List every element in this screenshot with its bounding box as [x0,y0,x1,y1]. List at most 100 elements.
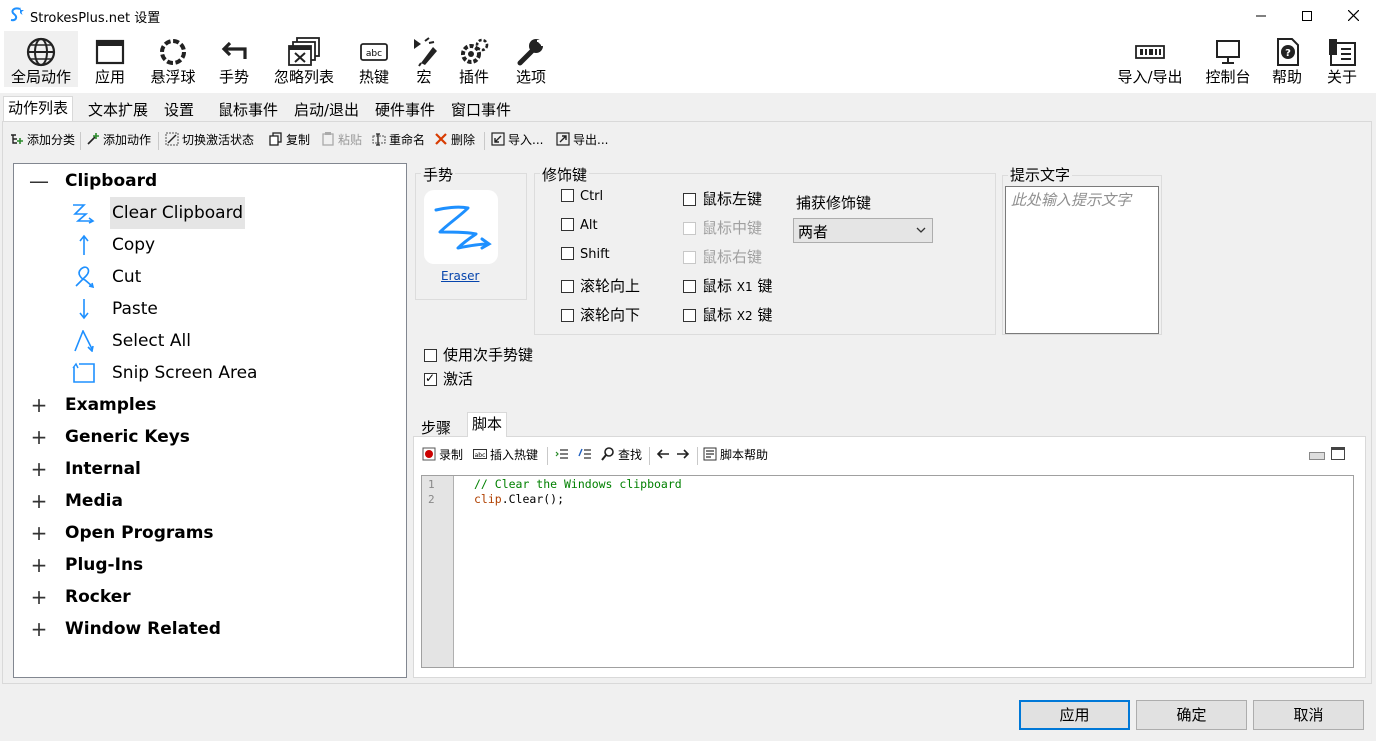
indent-button[interactable] [555,446,572,464]
eraser-gesture-icon [73,204,95,224]
search-icon [601,447,614,461]
record-button[interactable]: 录制 [422,446,463,464]
toolbar-plugins[interactable]: 插件 [454,31,494,87]
tree-node-generic-keys[interactable]: + Generic Keys [14,421,406,453]
expand-icon[interactable]: + [28,517,50,549]
toggle-active-button[interactable]: 切换激活状态 [165,131,254,149]
script-help-button[interactable]: 脚本帮助 [703,446,768,464]
tree-node-clipboard[interactable]: — Clipboard [14,165,406,197]
tree-node-media[interactable]: + Media [14,485,406,517]
tree-node-plug-ins[interactable]: + Plug-Ins [14,549,406,581]
toolbar-ignore-list[interactable]: 忽略列表 [268,31,340,87]
delete-button[interactable]: 删除 [434,131,475,149]
mouse-x1-checkbox[interactable]: 鼠标 X1 键 [683,275,772,296]
script-editor[interactable]: 1 2 // Clear the Windows clipboard clip.… [421,475,1354,668]
restore-panel-icon[interactable] [1309,452,1325,460]
tab-script[interactable]: 脚本 [467,412,508,437]
tab-startup-exit[interactable]: 启动/退出 [289,98,364,122]
toolbar-gestures[interactable]: 手势 [212,31,256,87]
add-category-button[interactable]: 添加分类 [10,131,75,149]
expand-icon[interactable]: + [28,389,50,421]
add-action-button[interactable]: 添加动作 [86,131,151,149]
close-button[interactable] [1330,0,1376,31]
maximize-panel-icon[interactable] [1331,447,1345,460]
cancel-button[interactable]: 取消 [1253,700,1364,730]
toolbar-about[interactable]: 关于 [1320,31,1364,87]
capture-modifiers-label: 捕获修饰键 [796,194,872,212]
wheel-up-checkbox[interactable]: 滚轮向上 [561,275,640,296]
copy-button[interactable]: 复制 [269,131,310,149]
toolbar-separator [484,132,485,150]
ctrl-checkbox[interactable]: Ctrl [561,189,603,204]
insert-hotkey-button[interactable]: abc 插入热键 [473,446,538,464]
comment-button[interactable] [578,446,595,464]
expand-icon[interactable]: + [28,549,50,581]
tree-node-open-programs[interactable]: + Open Programs [14,517,406,549]
toggle-icon [165,132,179,146]
secondary-gesture-key-checkbox[interactable]: 使用次手势键 [424,344,533,365]
tree-item-snip-screen-area[interactable]: Snip Screen Area [14,357,406,389]
active-checkbox[interactable]: 激活 [424,368,473,389]
toolbar-options[interactable]: 选项 [510,31,552,87]
export-button[interactable]: 导出... [556,131,608,149]
find-button[interactable]: 查找 [601,446,642,464]
toolbar-console[interactable]: 控制台 [1200,31,1256,87]
mouse-left-checkbox[interactable]: 鼠标左键 [683,188,762,209]
mouse-x2-checkbox[interactable]: 鼠标 X2 键 [683,304,772,325]
gesture-preview[interactable] [424,190,498,264]
tree-node-internal[interactable]: + Internal [14,453,406,485]
tree-item-paste[interactable]: Paste [14,293,406,325]
wheel-down-checkbox[interactable]: 滚轮向下 [561,304,640,325]
toolbar-separator [80,132,81,150]
tree-node-window-related[interactable]: + Window Related [14,613,406,645]
tab-mouse-events[interactable]: 鼠标事件 [213,98,283,122]
hotkey-icon: abc [473,449,487,459]
tree-item-select-all[interactable]: Select All [14,325,406,357]
gesture-name-link[interactable]: Eraser [441,269,479,283]
tree-item-copy[interactable]: Copy [14,229,406,261]
tree-item-clear-clipboard[interactable]: Clear Clipboard [14,197,406,229]
ignore-list-icon [288,37,320,66]
toolbar-import-export[interactable]: 导入/导出 [1112,31,1188,87]
mouse-right-checkbox[interactable]: 鼠标右键 [683,246,762,267]
tab-window-events[interactable]: 窗口事件 [446,98,516,122]
tree-node-examples[interactable]: + Examples [14,389,406,421]
main-toolbar: 全局动作 应用 悬浮球 手势 忽略列表 abc 热键 宏 插件 选项 导入/导出… [0,31,1376,93]
capture-modifiers-select[interactable]: 两者 [793,218,933,243]
plugin-icon [461,38,489,64]
tab-text-expansion[interactable]: 文本扩展 [83,98,153,122]
paste-button[interactable]: 粘贴 [321,131,362,149]
alt-checkbox[interactable]: Alt [561,218,598,233]
minimize-icon [1256,15,1266,17]
toolbar-apps[interactable]: 应用 [86,31,134,87]
minimize-button[interactable] [1238,0,1284,31]
tab-hardware-events[interactable]: 硬件事件 [370,98,440,122]
toolbar-floating-ball[interactable]: 悬浮球 [144,31,202,87]
tab-action-list[interactable]: 动作列表 [3,96,74,122]
rename-button[interactable]: 重命名 [372,131,425,149]
ok-button[interactable]: 确定 [1136,700,1247,730]
undo-button[interactable] [656,446,673,464]
tab-settings[interactable]: 设置 [159,98,199,122]
toolbar-help[interactable]: ? 帮助 [1266,31,1308,87]
toolbar-hotkeys[interactable]: abc 热键 [354,31,394,87]
apply-button[interactable]: 应用 [1019,700,1130,730]
tab-steps[interactable]: 步骤 [416,416,456,440]
expand-icon[interactable]: + [28,453,50,485]
collapse-icon[interactable]: — [28,165,50,197]
maximize-button[interactable] [1284,0,1330,31]
hint-text-input[interactable]: 此处输入提示文字 [1005,186,1159,334]
expand-icon[interactable]: + [28,581,50,613]
toolbar-macros[interactable]: 宏 [406,31,442,87]
mouse-middle-checkbox[interactable]: 鼠标中键 [683,217,762,238]
toolbar-global-actions[interactable]: 全局动作 [4,31,78,87]
expand-icon[interactable]: + [28,421,50,453]
import-button[interactable]: 导入... [491,131,543,149]
tree-item-cut[interactable]: Cut [14,261,406,293]
tree-node-rocker[interactable]: + Rocker [14,581,406,613]
action-tree[interactable]: — Clipboard Clear Clipboard Copy Cut Pas… [13,163,407,678]
expand-icon[interactable]: + [28,485,50,517]
redo-button[interactable] [676,446,693,464]
shift-checkbox[interactable]: Shift [561,247,610,262]
expand-icon[interactable]: + [28,613,50,645]
